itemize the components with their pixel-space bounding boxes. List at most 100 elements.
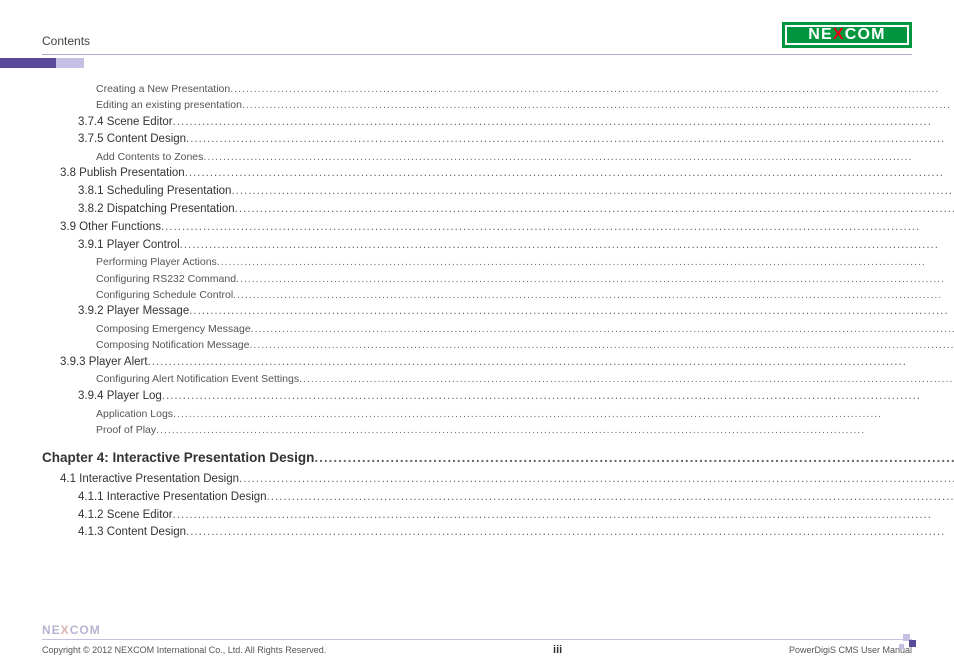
toc-label: Composing Emergency Message (96, 321, 251, 337)
toc-row[interactable]: Creating a New Presentation 29 (42, 81, 954, 97)
header-title: Contents (42, 34, 90, 48)
toc-leader-dots (148, 354, 954, 372)
toc-label: 3.8 Publish Presentation (60, 165, 185, 183)
toc-label: Application Logs (96, 406, 173, 422)
toc-label: Editing an existing presentation (96, 97, 242, 113)
toc-leader-dots (180, 237, 954, 255)
toc-row[interactable]: Configuring RS232 Command 35 (42, 271, 954, 287)
toc-row[interactable]: 3.8.1 Scheduling Presentation 33 (42, 183, 954, 201)
toc-leader-dots (173, 406, 954, 422)
toc-label: Configuring RS232 Command (96, 271, 236, 287)
logo-post: COM (70, 623, 101, 637)
toc-row[interactable]: 3.7.4 Scene Editor 30 (42, 114, 954, 132)
toc-label: Creating a New Presentation (96, 81, 230, 97)
toc-label: Configuring Schedule Control (96, 287, 233, 303)
toc-leader-dots (189, 303, 954, 321)
toc-row[interactable]: 3.7.5 Content Design 32 (42, 131, 954, 149)
toc-label: 4.1.3 Content Design (78, 524, 186, 542)
toc-row[interactable]: 3.9.4 Player Log 41 (42, 388, 954, 406)
footer-divider (42, 639, 912, 640)
footer-copyright: Copyright © 2012 NEXCOM International Co… (42, 645, 326, 655)
toc-leader-dots (173, 114, 954, 132)
toc-row[interactable]: Configuring Alert Notification Event Set… (42, 371, 954, 387)
toc-label: 3.7.5 Content Design (78, 131, 186, 149)
toc-chapter-row[interactable]: Chapter 4: Interactive Presentation Desi… (42, 448, 954, 469)
header-divider (42, 54, 912, 55)
page-footer: NEXCOM Copyright © 2012 NEXCOM Internati… (42, 623, 912, 656)
nexcom-logo: NEXCOM (782, 22, 912, 48)
footer-logo: NEXCOM (42, 623, 912, 637)
toc-label: 3.8.2 Dispatching Presentation (78, 201, 235, 219)
toc-leader-dots (186, 524, 954, 542)
toc-leader-dots (162, 388, 954, 406)
toc-label: 3.9 Other Functions (60, 219, 161, 237)
toc-leader-dots (233, 287, 954, 303)
toc-row[interactable]: 3.8.2 Dispatching Presentation 34 (42, 201, 954, 219)
toc-leader-dots (267, 489, 954, 507)
page-header: Contents NEXCOM (42, 18, 912, 48)
toc-body: Creating a New Presentation 29Editing an… (42, 81, 912, 542)
toc-row[interactable]: 4.1.3 Content Design 46 (42, 524, 954, 542)
toc-row[interactable]: Composing Notification Message 38 (42, 337, 954, 353)
toc-label: 3.9.1 Player Control (78, 237, 180, 255)
toc-label: 3.9.4 Player Log (78, 388, 162, 406)
footer-ornament-icon (898, 634, 916, 652)
toc-row[interactable]: 3.9.2 Player Message 37 (42, 303, 954, 321)
toc-column-left: Creating a New Presentation 29Editing an… (42, 81, 954, 542)
toc-leader-dots (250, 337, 954, 353)
toc-row[interactable]: 3.9 Other Functions 35 (42, 219, 954, 237)
toc-row[interactable]: Add Contents to Zones 32 (42, 149, 954, 165)
toc-label: 3.9.3 Player Alert (60, 354, 148, 372)
toc-leader-dots (314, 448, 954, 469)
logo-pre: NE (808, 26, 833, 43)
footer-page-number: iii (553, 644, 562, 656)
toc-label: Add Contents to Zones (96, 149, 203, 165)
footer-doc-title: PowerDigiS CMS User Manual (789, 645, 912, 655)
toc-leader-dots (231, 183, 954, 201)
toc-row[interactable]: 3.8 Publish Presentation 33 (42, 165, 954, 183)
document-page: Contents NEXCOM Creating a New Presentat… (0, 0, 954, 672)
toc-row[interactable]: Performing Player Actions 35 (42, 254, 954, 270)
toc-leader-dots (185, 165, 954, 183)
toc-row[interactable]: Proof of Play 42 (42, 422, 954, 438)
toc-leader-dots (236, 271, 954, 287)
toc-leader-dots (173, 507, 954, 525)
toc-leader-dots (235, 201, 954, 219)
toc-label: 4.1 Interactive Presentation Design (60, 471, 239, 489)
toc-leader-dots (239, 471, 954, 489)
toc-label: 4.1.2 Scene Editor (78, 507, 173, 525)
toc-label: Performing Player Actions (96, 254, 217, 270)
toc-leader-dots (161, 219, 954, 237)
toc-leader-dots (217, 254, 954, 270)
logo-text: NEXCOM (808, 26, 885, 44)
toc-label: 4.1.1 Interactive Presentation Design (78, 489, 267, 507)
toc-leader-dots (230, 81, 954, 97)
toc-row[interactable]: 4.1 Interactive Presentation Design 43 (42, 471, 954, 489)
toc-leader-dots (242, 97, 954, 113)
toc-label: 3.7.4 Scene Editor (78, 114, 173, 132)
toc-label: 3.9.2 Player Message (78, 303, 189, 321)
logo-pre: NE (42, 623, 61, 637)
logo-x: X (61, 623, 70, 637)
footer-row: Copyright © 2012 NEXCOM International Co… (42, 644, 912, 656)
toc-row[interactable]: Application Logs 41 (42, 406, 954, 422)
toc-row[interactable]: 3.9.1 Player Control 35 (42, 237, 954, 255)
toc-row[interactable]: 3.9.3 Player Alert 39 (42, 354, 954, 372)
logo-post: COM (845, 26, 886, 43)
toc-label: 3.8.1 Scheduling Presentation (78, 183, 231, 201)
toc-label: Proof of Play (96, 422, 156, 438)
toc-row[interactable]: Configuring Schedule Control 36 (42, 287, 954, 303)
toc-leader-dots (251, 321, 954, 337)
toc-row[interactable]: 4.1.1 Interactive Presentation Design 43 (42, 489, 954, 507)
toc-row[interactable]: Composing Emergency Message 37 (42, 321, 954, 337)
toc-label: Configuring Alert Notification Event Set… (96, 371, 299, 387)
divider-accent-light (56, 58, 84, 68)
toc-leader-dots (299, 371, 954, 387)
toc-row[interactable]: Editing an existing presentation 30 (42, 97, 954, 113)
toc-label: Composing Notification Message (96, 337, 250, 353)
toc-label: Chapter 4: Interactive Presentation Desi… (42, 448, 314, 469)
divider-accent-dark (0, 58, 56, 68)
logo-x: X (833, 26, 845, 43)
toc-leader-dots (203, 149, 954, 165)
toc-row[interactable]: 4.1.2 Scene Editor 44 (42, 507, 954, 525)
